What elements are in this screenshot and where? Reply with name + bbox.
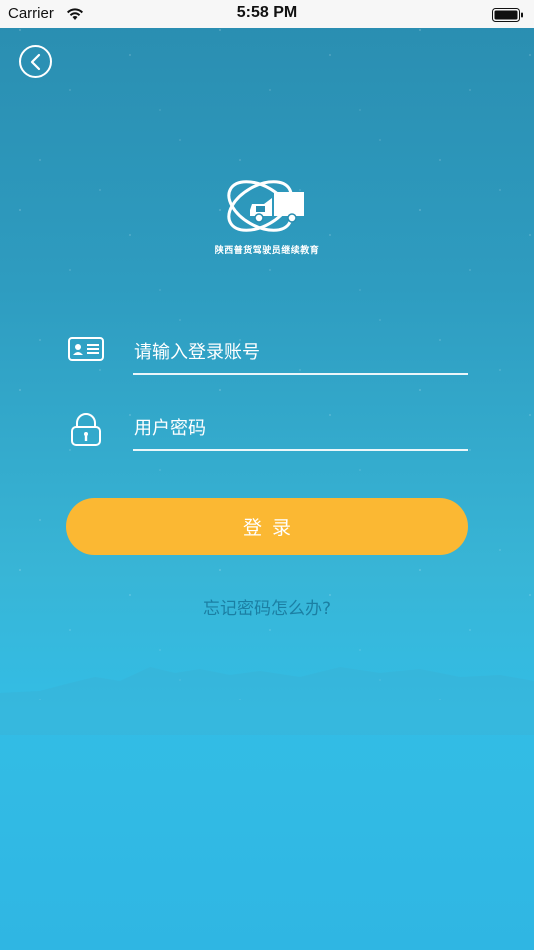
account-input[interactable] xyxy=(133,331,468,375)
lock-icon xyxy=(68,413,104,451)
password-input[interactable] xyxy=(133,407,468,451)
account-field xyxy=(66,331,468,377)
password-field xyxy=(66,407,468,453)
clock: 5:58 PM xyxy=(236,4,298,21)
mountain-silhouette xyxy=(0,667,534,735)
back-button[interactable] xyxy=(19,45,52,78)
chevron-left-icon xyxy=(30,53,40,70)
logo-caption: 陕西普货驾驶员继续教育 xyxy=(214,246,320,256)
battery-icon xyxy=(492,7,524,26)
id-card-icon xyxy=(68,337,104,365)
truck-orbit-logo xyxy=(227,180,304,232)
login-button[interactable]: 登录 xyxy=(66,498,468,555)
forgot-password-link[interactable]: 忘记密码怎么办? xyxy=(0,594,534,619)
status-bar: Carrier 5:58 PM xyxy=(0,0,534,28)
